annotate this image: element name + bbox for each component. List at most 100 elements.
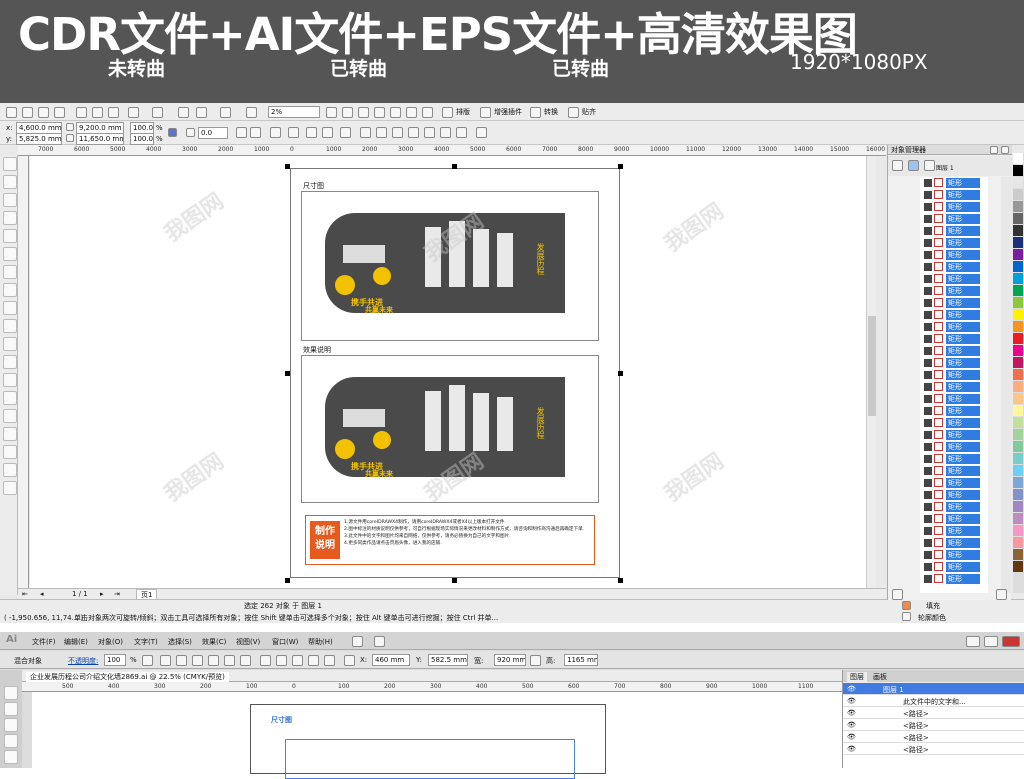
magic-wand-tool-icon[interactable] <box>4 718 18 732</box>
prev-page-icon[interactable]: ◂ <box>40 589 44 599</box>
boundary-icon[interactable] <box>456 127 467 138</box>
y-field[interactable]: 582.5 mm <box>428 654 468 666</box>
object-row[interactable]: 矩形 <box>920 465 988 477</box>
object-row[interactable]: 矩形 <box>920 225 988 237</box>
next-page-icon[interactable]: ▸ <box>100 589 104 599</box>
interactive-fill-tool-icon[interactable] <box>3 481 17 495</box>
object-row[interactable]: 矩形 <box>920 273 988 285</box>
palette-swatch[interactable] <box>1013 297 1023 308</box>
new-layer-icon[interactable] <box>892 589 903 600</box>
palette-swatch[interactable] <box>1013 381 1023 392</box>
delete-icon[interactable] <box>996 589 1007 600</box>
eyedropper-tool-icon[interactable] <box>3 427 17 441</box>
palette-swatch[interactable] <box>1013 237 1023 248</box>
selection-handle[interactable] <box>452 578 457 583</box>
align-top-icon[interactable] <box>208 655 219 666</box>
ungroup-icon[interactable] <box>288 127 299 138</box>
front-minus-back-icon[interactable] <box>424 127 435 138</box>
visibility-eye-icon[interactable]: 👁 <box>847 697 856 705</box>
object-row[interactable]: 矩形 <box>920 201 988 213</box>
layer-row[interactable]: 👁 <路径> <box>843 731 1024 743</box>
object-row[interactable]: 矩形 <box>920 393 988 405</box>
layer-row[interactable]: 👁 此文件中的文字和... <box>843 695 1024 707</box>
save-icon[interactable] <box>38 107 49 118</box>
ai-canvas[interactable]: 尺寸图 <box>32 692 842 779</box>
dimension-tool-icon[interactable] <box>3 373 17 387</box>
basic-shapes-tool-icon[interactable] <box>3 319 17 333</box>
ellipse-tool-icon[interactable] <box>3 283 17 297</box>
cut-icon[interactable] <box>76 107 87 118</box>
print-icon[interactable] <box>54 107 65 118</box>
object-row[interactable]: 矩形 <box>920 345 988 357</box>
palette-swatch[interactable] <box>1013 273 1023 284</box>
palette-swatch[interactable] <box>1013 201 1023 212</box>
ungroup-all-icon[interactable] <box>306 127 317 138</box>
break-apart-icon[interactable] <box>340 127 351 138</box>
connector-tool-icon[interactable] <box>3 391 17 405</box>
palette-swatch[interactable] <box>1013 225 1023 236</box>
object-row[interactable]: 矩形 <box>920 213 988 225</box>
object-row[interactable]: 矩形 <box>920 489 988 501</box>
object-row[interactable]: 矩形 <box>920 249 988 261</box>
distribute-bottom-icon[interactable] <box>292 655 303 666</box>
type-tool-icon[interactable] <box>4 750 18 764</box>
palette-swatch[interactable] <box>1013 429 1023 440</box>
scrollbar-thumb[interactable] <box>868 316 876 416</box>
distribute-middle-icon[interactable] <box>276 655 287 666</box>
palette-swatch[interactable] <box>1013 417 1023 428</box>
export-icon[interactable] <box>196 107 207 118</box>
object-row[interactable]: 矩形 <box>920 237 988 249</box>
palette-swatch[interactable] <box>1013 441 1023 452</box>
enhance-plugin-icon[interactable] <box>480 107 491 118</box>
zoom-level-select[interactable]: 2% <box>268 106 320 118</box>
zoom-out-icon[interactable] <box>342 107 353 118</box>
height-field[interactable]: 11,650.0 mm <box>76 133 124 145</box>
w-field[interactable]: 920 mm <box>494 654 526 666</box>
table-tool-icon[interactable] <box>3 355 17 369</box>
paste-icon[interactable] <box>108 107 119 118</box>
palette-swatch[interactable] <box>1013 525 1023 536</box>
palette-swatch[interactable] <box>1013 189 1023 200</box>
object-row[interactable]: 矩形 <box>920 429 988 441</box>
ai-selection-box[interactable] <box>285 739 575 779</box>
selection-handle[interactable] <box>618 164 623 169</box>
zoom-width-icon[interactable] <box>406 107 417 118</box>
palette-swatch[interactable] <box>1013 549 1023 560</box>
direct-selection-tool-icon[interactable] <box>4 702 18 716</box>
object-row[interactable]: 矩形 <box>920 297 988 309</box>
layer-manager-view-icon[interactable] <box>908 160 919 171</box>
opacity-field[interactable]: 100 <box>104 654 126 666</box>
docker-close-icon[interactable] <box>1001 146 1009 154</box>
menu-window[interactable]: 窗口(W) <box>272 637 298 647</box>
palette-swatch[interactable] <box>1013 345 1023 356</box>
menu-effect[interactable]: 效果(C) <box>202 637 226 647</box>
selection-handle[interactable] <box>285 371 290 376</box>
x-field[interactable]: 460 mm <box>372 654 410 666</box>
object-row[interactable]: 矩形 <box>920 417 988 429</box>
outline-tool-icon[interactable] <box>3 445 17 459</box>
group-icon[interactable] <box>270 127 281 138</box>
object-row[interactable]: 矩形 <box>920 453 988 465</box>
palette-swatch[interactable] <box>1013 561 1023 572</box>
show-properties-icon[interactable] <box>892 160 903 171</box>
constrain-proportions-icon[interactable] <box>530 655 541 666</box>
restore-icon[interactable] <box>984 636 998 647</box>
mirror-v-icon[interactable] <box>250 127 261 138</box>
docker-minimize-icon[interactable] <box>990 146 998 154</box>
object-row[interactable]: 矩形 <box>920 261 988 273</box>
new-icon[interactable] <box>6 107 17 118</box>
selection-handle[interactable] <box>618 371 623 376</box>
object-row[interactable]: 矩形 <box>920 285 988 297</box>
zoom-in-icon[interactable] <box>326 107 337 118</box>
selection-handle[interactable] <box>285 578 290 583</box>
minimize-icon[interactable] <box>966 636 980 647</box>
undo-icon[interactable] <box>128 107 139 118</box>
object-row[interactable]: 矩形 <box>920 441 988 453</box>
selection-handle[interactable] <box>618 578 623 583</box>
palette-swatch[interactable] <box>1013 357 1023 368</box>
palette-swatch[interactable] <box>1013 369 1023 380</box>
layer-row[interactable]: 👁 图层 1 <box>843 683 1024 695</box>
tab-layers[interactable]: 图层 <box>847 672 867 682</box>
align-distribute-icon[interactable] <box>476 127 487 138</box>
selection-handle[interactable] <box>452 164 457 169</box>
